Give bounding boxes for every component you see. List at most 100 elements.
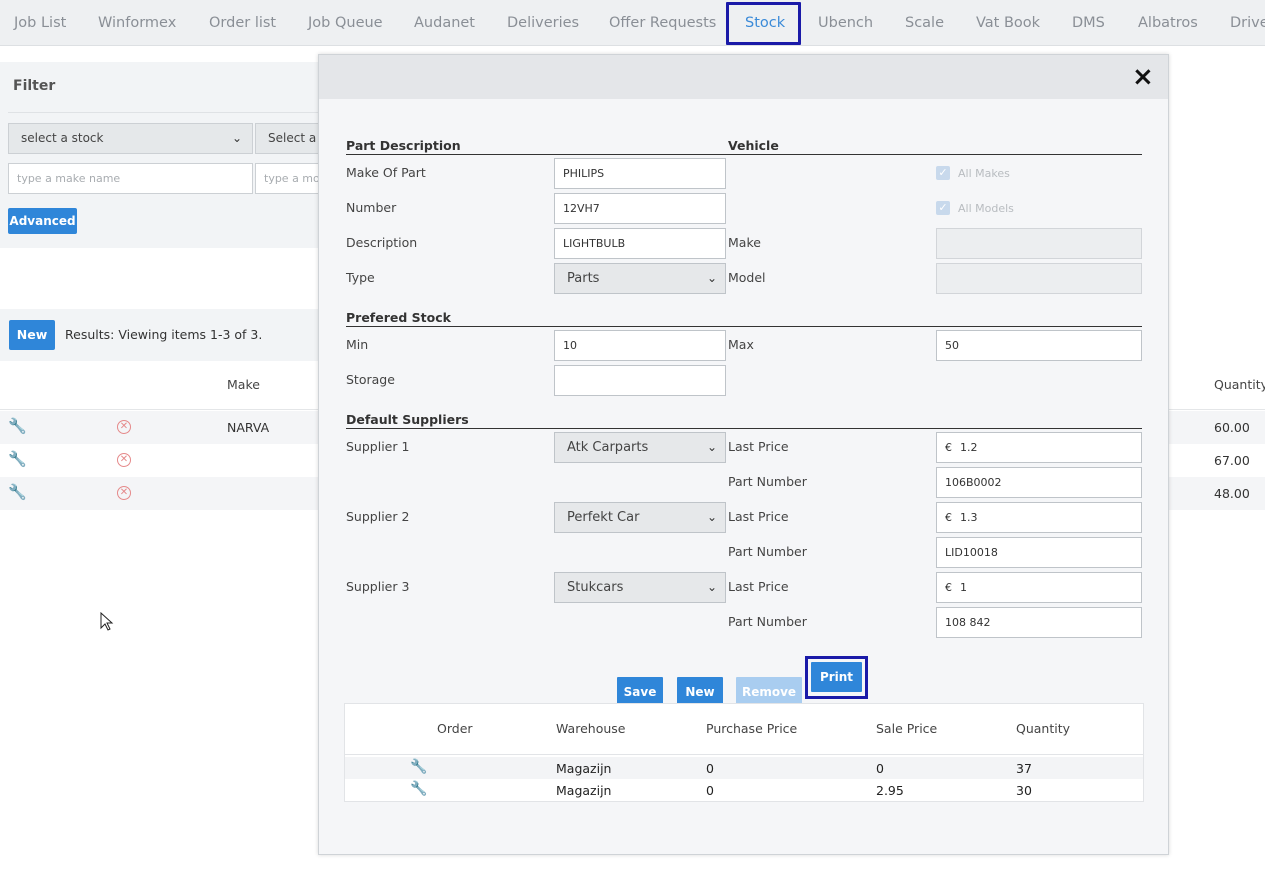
column-sale-price: Sale Price: [876, 721, 938, 736]
tab-job-list[interactable]: Job List: [14, 0, 66, 46]
supplier-3-value: Stukcars: [567, 580, 624, 595]
min-field[interactable]: 10: [554, 330, 726, 361]
max-field[interactable]: 50: [936, 330, 1142, 361]
supplier-3-last-price: 1: [960, 581, 967, 594]
supplier-2-part-number-field[interactable]: LID10018: [936, 537, 1142, 568]
supplier-1-last-price-field[interactable]: €1.2: [936, 432, 1142, 463]
close-icon[interactable]: ×: [1132, 63, 1154, 91]
table-row[interactable]: 🔧 Magazijn 0 0 37: [345, 757, 1143, 779]
row-quantity: 30: [1016, 783, 1032, 798]
row-sale-price: 0: [876, 761, 884, 776]
wrench-icon[interactable]: 🔧: [8, 450, 27, 468]
row-quantity: 60.00: [1214, 420, 1250, 435]
number-field[interactable]: 12VH7: [554, 193, 726, 224]
description-field[interactable]: LIGHTBULB: [554, 228, 726, 259]
row-quantity: 37: [1016, 761, 1032, 776]
row-warehouse: Magazijn: [556, 783, 612, 798]
make-search-input[interactable]: type a make name: [8, 163, 253, 194]
tab-job-queue[interactable]: Job Queue: [308, 0, 383, 46]
make-of-part-field[interactable]: PHILIPS: [554, 158, 726, 189]
vehicle-model-label: Model: [728, 270, 766, 285]
new-item-button[interactable]: New: [9, 320, 55, 350]
all-models-label: All Models: [958, 202, 1014, 215]
vehicle-model-field[interactable]: [936, 263, 1142, 294]
tab-offer-requests[interactable]: Offer Requests: [609, 0, 716, 46]
all-makes-checkbox[interactable]: ✓: [936, 166, 950, 180]
section-divider: [346, 326, 1142, 327]
supplier-3-last-price-field[interactable]: €1: [936, 572, 1142, 603]
row-sale-price: 2.95: [876, 783, 904, 798]
all-makes-label: All Makes: [958, 167, 1010, 180]
wrench-icon[interactable]: 🔧: [8, 483, 27, 501]
stock-select-value: select a stock: [21, 131, 104, 145]
chevron-down-icon: ⌄: [231, 131, 242, 145]
supplier-1-part-number-field[interactable]: 106B0002: [936, 467, 1142, 498]
row-quantity: 67.00: [1214, 453, 1250, 468]
supplier-3-part-number-field[interactable]: 108 842: [936, 607, 1142, 638]
chevron-down-icon: ⌄: [706, 580, 717, 594]
second-select[interactable]: Select a s: [255, 123, 325, 154]
tab-drive[interactable]: Drive: [1230, 0, 1265, 46]
supplier-2-label: Supplier 2: [346, 509, 410, 524]
dialog-header: ×: [319, 55, 1168, 99]
supplier-1-last-price: 1.2: [960, 441, 978, 454]
tab-deliveries[interactable]: Deliveries: [507, 0, 579, 46]
tab-scale[interactable]: Scale: [905, 0, 944, 46]
wrench-icon[interactable]: 🔧: [410, 759, 427, 775]
tab-ubench[interactable]: Ubench: [818, 0, 873, 46]
column-warehouse: Warehouse: [556, 721, 626, 736]
vehicle-make-field[interactable]: [936, 228, 1142, 259]
model-search-input[interactable]: type a mod: [255, 163, 325, 194]
prefered-stock-title: Prefered Stock: [346, 310, 451, 325]
remove-circle-icon[interactable]: ✕: [117, 453, 131, 467]
stock-select[interactable]: select a stock ⌄: [8, 123, 253, 154]
print-button-highlight: [805, 656, 868, 699]
tab-winformex[interactable]: Winformex: [98, 0, 176, 46]
wrench-icon[interactable]: 🔧: [8, 417, 27, 435]
currency-symbol: €: [945, 581, 952, 594]
remove-circle-icon[interactable]: ✕: [117, 420, 131, 434]
remove-circle-icon[interactable]: ✕: [117, 486, 131, 500]
wrench-icon[interactable]: 🔧: [410, 781, 427, 797]
column-quantity: Quantity: [1214, 377, 1265, 392]
supplier-2-last-price-field[interactable]: €1.3: [936, 502, 1142, 533]
supplier-1-select[interactable]: Atk Carparts ⌄: [554, 432, 726, 463]
column-quantity: Quantity: [1016, 721, 1071, 736]
advanced-button[interactable]: Advanced: [8, 208, 77, 234]
tab-dms[interactable]: DMS: [1072, 0, 1105, 46]
part-number-label: Part Number: [728, 614, 807, 629]
last-price-label: Last Price: [728, 579, 789, 594]
mouse-cursor-icon: [100, 612, 114, 631]
max-label: Max: [728, 337, 754, 352]
vehicle-title: Vehicle: [728, 138, 779, 153]
type-select-value: Parts: [567, 271, 600, 286]
chevron-down-icon: ⌄: [706, 440, 717, 454]
tab-vat-book[interactable]: Vat Book: [976, 0, 1040, 46]
supplier-2-value: Perfekt Car: [567, 510, 640, 525]
type-select[interactable]: Parts ⌄: [554, 263, 726, 294]
supplier-2-select[interactable]: Perfekt Car ⌄: [554, 502, 726, 533]
tab-albatros[interactable]: Albatros: [1138, 0, 1198, 46]
supplier-3-select[interactable]: Stukcars ⌄: [554, 572, 726, 603]
filter-divider: [8, 112, 328, 113]
storage-field[interactable]: [554, 365, 726, 396]
supplier-1-value: Atk Carparts: [567, 440, 649, 455]
number-label: Number: [346, 200, 397, 215]
last-price-label: Last Price: [728, 509, 789, 524]
type-label: Type: [346, 270, 375, 285]
row-purchase-price: 0: [706, 783, 714, 798]
section-divider: [346, 154, 1142, 155]
tab-audanet[interactable]: Audanet: [414, 0, 475, 46]
part-description-title: Part Description: [346, 138, 461, 153]
warehouse-stock-table: Order Warehouse Purchase Price Sale Pric…: [344, 703, 1144, 802]
storage-label: Storage: [346, 372, 395, 387]
vehicle-make-label: Make: [728, 235, 761, 250]
row-make: NARVA: [227, 420, 270, 435]
all-models-checkbox[interactable]: ✓: [936, 201, 950, 215]
row-quantity: 48.00: [1214, 486, 1250, 501]
tab-order-list[interactable]: Order list: [209, 0, 276, 46]
supplier-3-label: Supplier 3: [346, 579, 410, 594]
table-row[interactable]: 🔧 Magazijn 0 2.95 30: [345, 779, 1143, 801]
default-suppliers-title: Default Suppliers: [346, 412, 469, 427]
active-tab-highlight: [726, 2, 801, 45]
